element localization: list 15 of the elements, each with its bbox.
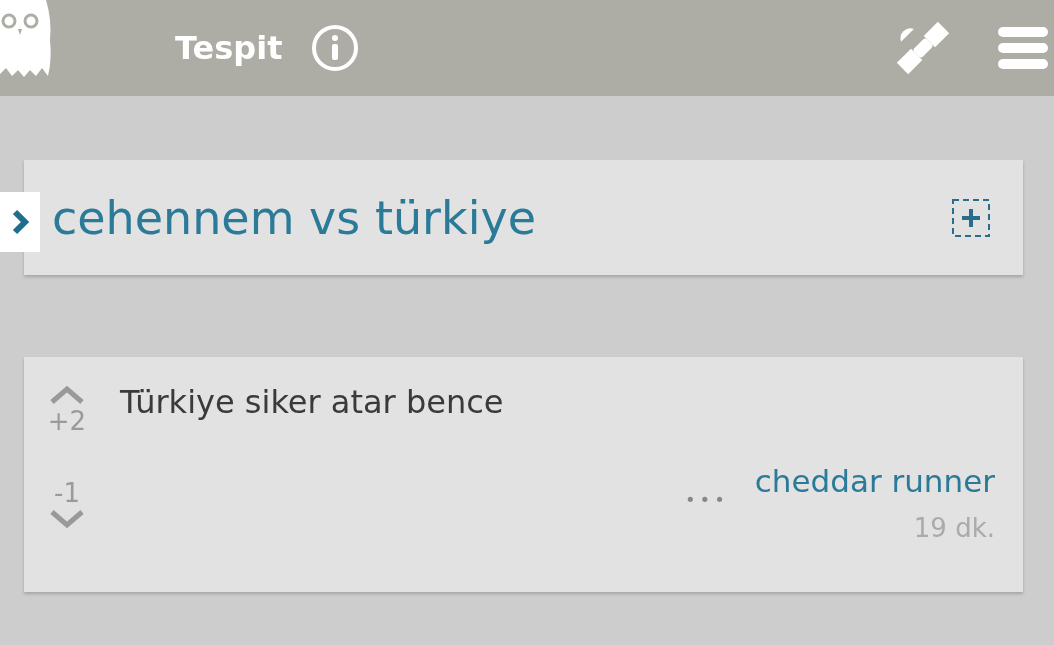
info-icon[interactable] <box>310 24 359 72</box>
more-options[interactable]: ••• <box>684 489 729 510</box>
expand-tab[interactable] <box>0 192 40 252</box>
menu-icon[interactable] <box>998 25 1048 71</box>
topic-title[interactable]: cehennem vs türkiye <box>52 190 951 245</box>
downvote-count: -1 <box>54 477 80 509</box>
downvote-icon[interactable] <box>49 509 85 529</box>
upvote-count: +2 <box>47 405 87 437</box>
chevron-right-icon <box>10 209 30 235</box>
app-title: Tespit <box>175 29 283 67</box>
entry-text: Türkiye siker atar bence <box>120 383 505 421</box>
author-link[interactable]: cheddar runner <box>754 463 995 499</box>
entry-time: 19 dk. <box>913 513 995 543</box>
add-icon[interactable] <box>951 197 991 238</box>
upvote-icon[interactable] <box>49 385 85 405</box>
